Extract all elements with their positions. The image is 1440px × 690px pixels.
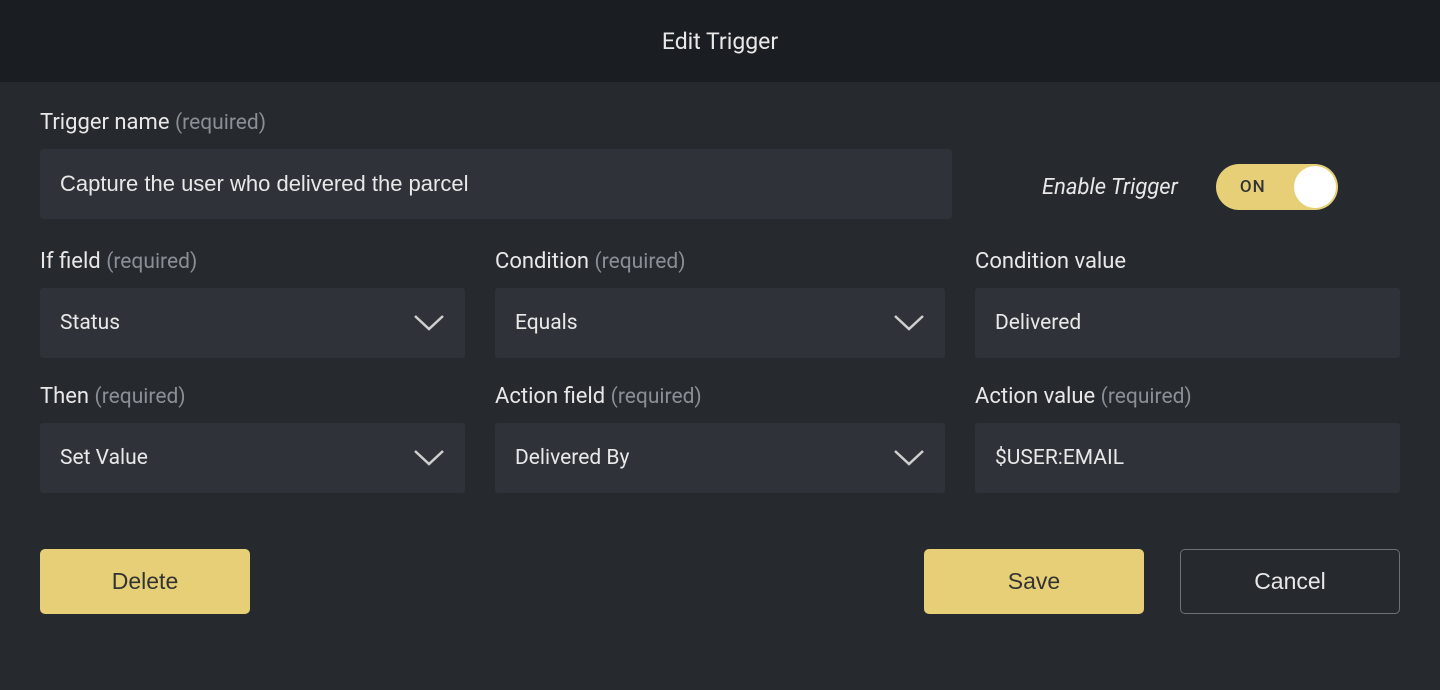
delete-button[interactable]: Delete xyxy=(40,549,250,614)
select-value: Set Value xyxy=(60,446,413,470)
label-text: Condition value xyxy=(975,249,1126,274)
chevron-down-icon xyxy=(893,448,925,468)
then-label: Then (required) xyxy=(40,384,465,409)
trigger-name-input[interactable] xyxy=(40,149,952,219)
edit-trigger-modal: Edit Trigger Trigger name (required) Ena… xyxy=(0,0,1440,690)
if-field-label: If field (required) xyxy=(40,249,465,274)
action-field-select[interactable]: Delivered By xyxy=(495,423,945,493)
label-text: Trigger name xyxy=(40,110,170,135)
label-text: Then xyxy=(40,384,89,409)
enable-trigger-block: Enable Trigger ON xyxy=(1042,110,1338,210)
required-text: (required) xyxy=(594,250,685,274)
required-text: (required) xyxy=(611,385,702,409)
action-value-block: Action value (required) $USER:EMAIL xyxy=(975,384,1400,493)
chevron-down-icon xyxy=(893,313,925,333)
cancel-button[interactable]: Cancel xyxy=(1180,549,1400,614)
if-field-select[interactable]: Status xyxy=(40,288,465,358)
required-text: (required) xyxy=(1101,385,1192,409)
label-text: Action value xyxy=(975,384,1095,409)
if-field-block: If field (required) Status xyxy=(40,249,465,358)
modal-footer: Delete Save Cancel xyxy=(40,549,1400,614)
chevron-down-icon xyxy=(413,448,445,468)
enable-trigger-toggle[interactable]: ON xyxy=(1216,164,1338,210)
condition-value-block: Condition value Delivered xyxy=(975,249,1400,358)
label-text: Condition xyxy=(495,249,589,274)
condition-label: Condition (required) xyxy=(495,249,945,274)
row-trigger-name: Trigger name (required) Enable Trigger O… xyxy=(40,110,1400,219)
trigger-fields-grid: If field (required) Status Condition (re… xyxy=(40,249,1400,493)
modal-title: Edit Trigger xyxy=(662,28,778,55)
then-block: Then (required) Set Value xyxy=(40,384,465,493)
label-text: Action field xyxy=(495,384,605,409)
action-value-input[interactable]: $USER:EMAIL xyxy=(975,423,1400,493)
label-text: If field xyxy=(40,249,101,274)
condition-select[interactable]: Equals xyxy=(495,288,945,358)
action-value-label: Action value (required) xyxy=(975,384,1400,409)
chevron-down-icon xyxy=(413,313,445,333)
input-value: $USER:EMAIL xyxy=(995,446,1124,470)
select-value: Delivered By xyxy=(515,446,893,470)
condition-value-label: Condition value xyxy=(975,249,1400,274)
modal-header: Edit Trigger xyxy=(0,0,1440,82)
modal-body: Trigger name (required) Enable Trigger O… xyxy=(0,82,1440,650)
select-value: Status xyxy=(60,311,413,335)
input-value: Delivered xyxy=(995,311,1081,335)
action-field-block: Action field (required) Delivered By xyxy=(495,384,945,493)
save-button[interactable]: Save xyxy=(924,549,1144,614)
toggle-knob xyxy=(1294,166,1336,208)
action-field-label: Action field (required) xyxy=(495,384,945,409)
then-select[interactable]: Set Value xyxy=(40,423,465,493)
trigger-name-block: Trigger name (required) xyxy=(40,110,952,219)
condition-block: Condition (required) Equals xyxy=(495,249,945,358)
select-value: Equals xyxy=(515,311,893,335)
trigger-name-label: Trigger name (required) xyxy=(40,110,952,135)
required-text: (required) xyxy=(95,385,186,409)
toggle-state-text: ON xyxy=(1240,177,1266,197)
required-text: (required) xyxy=(106,250,197,274)
enable-trigger-label: Enable Trigger xyxy=(1042,175,1178,200)
required-text: (required) xyxy=(175,111,266,135)
condition-value-input[interactable]: Delivered xyxy=(975,288,1400,358)
